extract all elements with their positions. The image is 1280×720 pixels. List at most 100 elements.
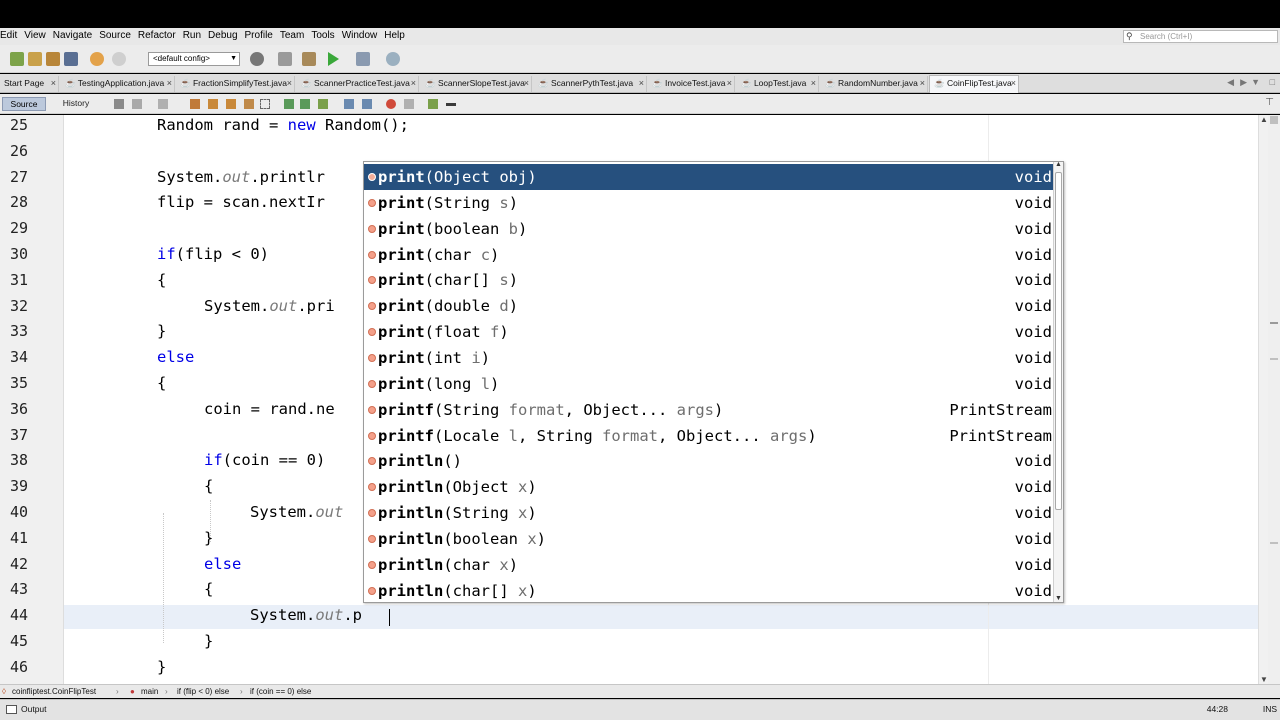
close-icon[interactable]: × <box>167 76 172 91</box>
scroll-tabs-left-icon[interactable]: ◀ <box>1227 77 1234 88</box>
code-completion-popup[interactable]: print(Object obj) void print(String s) void… <box>363 161 1064 603</box>
redo-icon[interactable] <box>112 52 126 66</box>
menu-team[interactable]: Team <box>280 30 304 41</box>
toggle-bookmark-icon[interactable] <box>318 99 328 109</box>
shift-left-icon[interactable] <box>344 99 354 109</box>
menu-refactor[interactable]: Refactor <box>138 30 176 41</box>
split-editor-icon[interactable]: ⊤ <box>1265 97 1274 108</box>
menu-help[interactable]: Help <box>384 30 405 41</box>
debug-icon[interactable] <box>356 52 370 66</box>
menu-tools[interactable]: Tools <box>311 30 334 41</box>
open-project-icon[interactable] <box>46 52 60 66</box>
tab-scannerpythtest-java[interactable]: ☕ ScannerPythTest.java × <box>534 76 647 92</box>
comment-icon[interactable] <box>428 99 438 109</box>
close-icon[interactable]: × <box>727 76 732 91</box>
tab-testingapplication-java[interactable]: ☕ TestingApplication.java × <box>61 76 175 92</box>
completion-item-print[interactable]: print(float f) void <box>364 319 1054 345</box>
completion-item-printf[interactable]: printf(String format, Object... args) Pri… <box>364 397 1054 423</box>
breadcrumb-item[interactable]: coinfliptest.CoinFlipTest <box>12 685 96 698</box>
tab-scannerpracticetest-java[interactable]: ☕ ScannerPracticeTest.java × <box>297 76 419 92</box>
completion-item-print[interactable]: print(long l) void <box>364 371 1054 397</box>
find-icon[interactable] <box>190 99 200 109</box>
tab-invoicetest-java[interactable]: ☕ InvoiceTest.java × <box>648 76 735 92</box>
stop-macro-icon[interactable] <box>404 99 414 109</box>
config-select[interactable]: <default config> ▼ <box>148 52 240 66</box>
close-icon[interactable]: × <box>1011 76 1016 91</box>
tab-list-icon[interactable]: ▼ <box>1251 77 1260 87</box>
hammer-icon[interactable] <box>278 52 292 66</box>
search-input[interactable]: ⚲ Search (Ctrl+I) <box>1123 30 1278 43</box>
back-icon[interactable] <box>132 99 142 109</box>
completion-item-print[interactable]: print(char[] s) void <box>364 267 1054 293</box>
scroll-up-icon[interactable]: ▲ <box>1260 115 1268 124</box>
completion-item-println[interactable]: println(String x) void <box>364 500 1054 526</box>
tab-randomnumber-java[interactable]: ☕ RandomNumber.java × <box>821 76 928 92</box>
completion-scroll-thumb[interactable] <box>1055 172 1062 510</box>
completion-item-print[interactable]: print(Object obj) void <box>364 164 1054 190</box>
tab-scannerslopetest-java[interactable]: ☕ ScannerSlopeTest.java × <box>421 76 532 92</box>
history-tab[interactable]: History <box>52 97 100 111</box>
tab-looptest-java[interactable]: ☕ LoopTest.java × <box>737 76 819 92</box>
output-tab[interactable]: Output <box>3 703 51 717</box>
uncomment-icon[interactable] <box>446 103 456 106</box>
find-next-icon[interactable] <box>226 99 236 109</box>
menu-navigate[interactable]: Navigate <box>53 30 92 41</box>
new-project-icon[interactable] <box>28 52 42 66</box>
completion-item-println[interactable]: println(boolean x) void <box>364 526 1054 552</box>
scroll-tabs-right-icon[interactable]: ▶ <box>1240 77 1247 88</box>
find-prev-icon[interactable] <box>208 99 218 109</box>
completion-item-print[interactable]: print(int i) void <box>364 345 1054 371</box>
menu-edit[interactable]: Edit <box>0 30 17 41</box>
undo-icon[interactable] <box>90 52 104 66</box>
completion-item-print[interactable]: print(char c) void <box>364 242 1054 268</box>
breadcrumb-item[interactable]: if (coin == 0) else <box>250 685 311 698</box>
last-edit-icon[interactable] <box>114 99 124 109</box>
completion-item-print[interactable]: print(double d) void <box>364 293 1054 319</box>
profile-icon[interactable] <box>386 52 400 66</box>
close-icon[interactable]: × <box>811 76 816 91</box>
menu-source[interactable]: Source <box>99 30 131 41</box>
target-icon[interactable] <box>250 52 264 66</box>
scroll-down-icon[interactable]: ▼ <box>1055 595 1062 602</box>
close-icon[interactable]: × <box>524 76 529 91</box>
editor-scrollbar[interactable]: ▲ ▼ <box>1258 115 1268 684</box>
menu-run[interactable]: Run <box>183 30 201 41</box>
maximize-icon[interactable]: □ <box>1270 77 1275 87</box>
tab-coinfliptest-java[interactable]: ☕ CoinFlipTest.java × <box>929 75 1019 93</box>
completion-item-print[interactable]: print(boolean b) void <box>364 216 1054 242</box>
completion-item-println[interactable]: println(char x) void <box>364 552 1054 578</box>
scroll-up-icon[interactable]: ▲ <box>1055 162 1062 168</box>
start-macro-icon[interactable] <box>386 99 396 109</box>
next-bookmark-icon[interactable] <box>300 99 310 109</box>
menu-window[interactable]: Window <box>342 30 378 41</box>
save-all-icon[interactable] <box>64 52 78 66</box>
close-icon[interactable]: × <box>287 76 292 91</box>
tab-start-page[interactable]: Start Page × <box>0 76 59 92</box>
completion-item-printf[interactable]: printf(Locale l, String format, Object..… <box>364 423 1054 449</box>
scroll-down-icon[interactable]: ▼ <box>1260 675 1268 684</box>
shift-right-icon[interactable] <box>362 99 372 109</box>
breadcrumb-item[interactable]: main <box>141 685 158 698</box>
completion-item-println[interactable]: println(char[] x) void <box>364 578 1054 602</box>
tab-fractionsimplifytest-java[interactable]: ☕ FractionSimplifyTest.java × <box>176 76 295 92</box>
rectangular-select-icon[interactable] <box>260 99 270 109</box>
completion-item-print[interactable]: print(String s) void <box>364 190 1054 216</box>
close-icon[interactable]: × <box>51 76 56 91</box>
completion-item-println[interactable]: println(Object x) void <box>364 474 1054 500</box>
close-icon[interactable]: × <box>411 76 416 91</box>
menu-view[interactable]: View <box>24 30 46 41</box>
completion-scrollbar[interactable]: ▲ ▼ <box>1053 162 1063 602</box>
close-icon[interactable]: × <box>920 76 925 91</box>
new-file-icon[interactable] <box>10 52 24 66</box>
menu-debug[interactable]: Debug <box>208 30 237 41</box>
menu-profile[interactable]: Profile <box>245 30 273 41</box>
toggle-highlight-icon[interactable] <box>244 99 254 109</box>
clean-build-icon[interactable] <box>302 52 316 66</box>
source-tab[interactable]: Source <box>2 97 46 111</box>
forward-icon[interactable] <box>158 99 168 109</box>
completion-item-println[interactable]: println() void <box>364 448 1054 474</box>
prev-bookmark-icon[interactable] <box>284 99 294 109</box>
run-icon[interactable] <box>328 52 339 66</box>
close-icon[interactable]: × <box>639 76 644 91</box>
breadcrumb-item[interactable]: if (flip < 0) else <box>177 685 229 698</box>
